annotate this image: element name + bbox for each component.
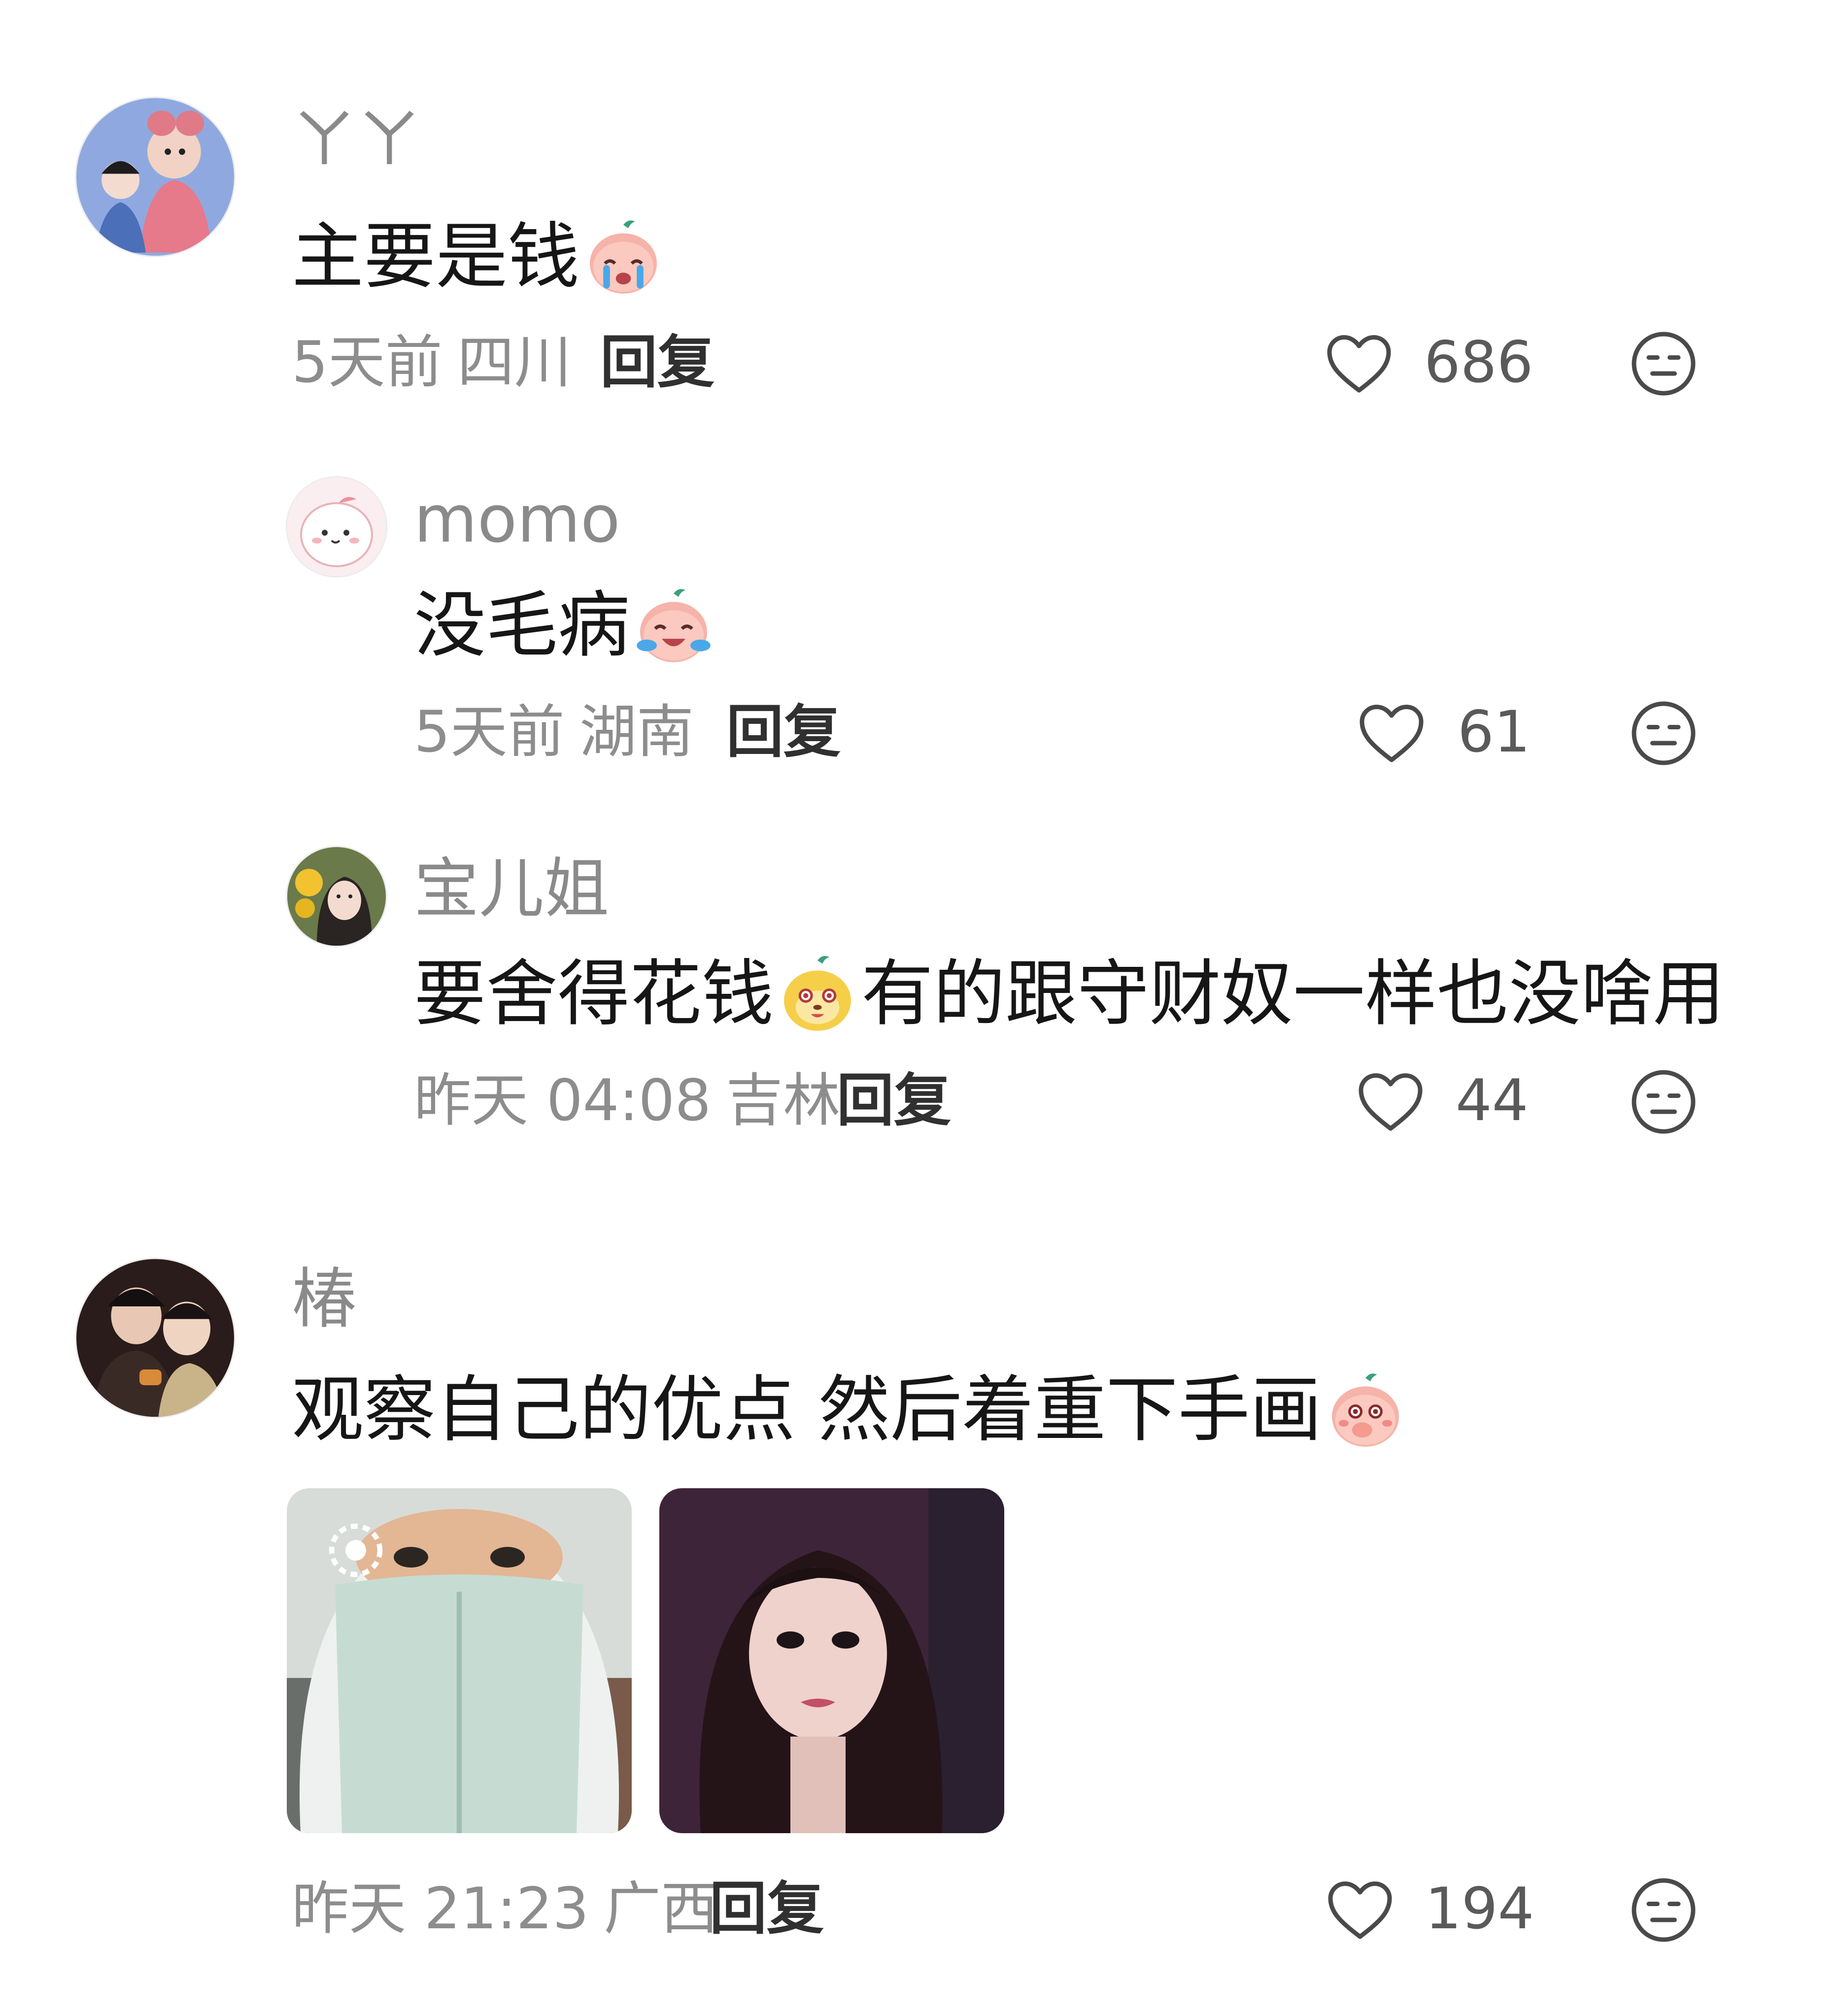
comment-location: 四川	[457, 329, 572, 396]
reply-button[interactable]: 回复	[726, 704, 841, 761]
reply-text: 要舍得花钱 有的跟守财奴一样也没啥用	[414, 952, 1725, 1036]
comment-time: 5天前	[292, 329, 442, 396]
reply-meta: 5天前 湖南	[414, 704, 694, 761]
shy-peach-emoji	[1324, 1368, 1407, 1452]
meh-face-icon[interactable]	[1629, 699, 1698, 768]
reply-time: 昨天 04:08	[414, 1067, 712, 1134]
comment-username[interactable]: 椿	[292, 1266, 357, 1332]
heart-outline-icon[interactable]	[1357, 701, 1426, 765]
user-avatar[interactable]	[286, 476, 387, 578]
comment-meta: 5天前 四川	[292, 334, 572, 391]
heart-outline-icon[interactable]	[1326, 1878, 1395, 1942]
heart-outline-icon[interactable]	[1325, 331, 1394, 395]
reply-text-part: 有的跟守财奴一样也没啥用	[861, 952, 1725, 1036]
reply-location: 吉林	[726, 1067, 841, 1134]
meh-face-icon[interactable]	[1629, 1876, 1698, 1945]
laughing-tears-peach-emoji	[632, 583, 715, 667]
like-count: 61	[1458, 699, 1531, 765]
comment-text: 观察自己的优点 然后着重下手画	[292, 1368, 1409, 1452]
reply-text: 没毛病	[414, 583, 717, 667]
comment-username[interactable]: ㄚㄚ	[292, 107, 422, 172]
dog-face-emoji	[776, 952, 859, 1036]
reply-text-part: 没毛病	[414, 583, 630, 667]
reply-username[interactable]: 宝儿姐	[414, 856, 609, 922]
comment-meta: 昨天 21:23 广西	[292, 1880, 718, 1938]
crying-peach-emoji	[581, 215, 665, 299]
like-count: 194	[1425, 1876, 1534, 1942]
reply-button[interactable]: 回复	[837, 1072, 951, 1129]
user-avatar[interactable]	[75, 97, 236, 257]
user-avatar[interactable]	[75, 1258, 236, 1418]
user-avatar[interactable]	[286, 846, 387, 947]
comment-text: 主要是钱	[292, 215, 667, 299]
meh-face-icon[interactable]	[1629, 329, 1698, 398]
comment-location: 广西	[604, 1876, 718, 1942]
meh-face-icon[interactable]	[1629, 1067, 1698, 1136]
reply-meta: 昨天 04:08 吉林	[414, 1072, 840, 1129]
like-count: 44	[1456, 1067, 1529, 1134]
reply-button[interactable]: 回复	[710, 1880, 824, 1938]
comment-photo-makeup-selfie[interactable]	[659, 1488, 1004, 1833]
comment-text-part: 观察自己的优点 然后着重下手画	[292, 1368, 1322, 1452]
heart-outline-icon[interactable]	[1356, 1069, 1425, 1133]
reply-location: 湖南	[579, 699, 694, 765]
reply-time: 5天前	[414, 699, 565, 765]
reply-username[interactable]: momo	[414, 487, 620, 552]
comment-photo-masked-selfie[interactable]	[287, 1488, 632, 1833]
reply-text-part: 要舍得花钱	[414, 952, 774, 1036]
reply-button[interactable]: 回复	[600, 334, 715, 391]
comment-section: ㄚㄚ 主要是钱 5天前 四川 回复 686 momo 没毛病 5天前 湖南 回复…	[0, 0, 1838, 2016]
like-count: 686	[1424, 329, 1533, 396]
comment-text-part: 主要是钱	[292, 215, 579, 299]
comment-time: 昨天 21:23	[292, 1876, 589, 1942]
